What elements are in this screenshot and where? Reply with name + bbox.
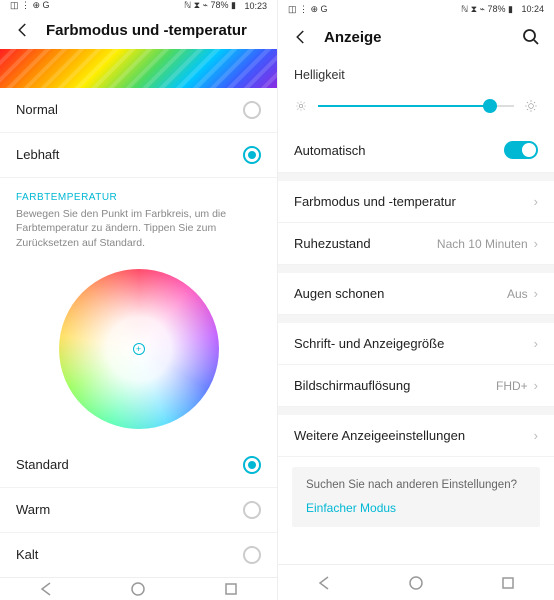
preset-standard-row[interactable]: Standard xyxy=(0,443,277,488)
item-value: FHD+ xyxy=(496,379,528,393)
mode-label: Lebhaft xyxy=(16,147,243,162)
back-icon[interactable] xyxy=(14,21,32,39)
preset-label: Standard xyxy=(16,457,243,472)
color-wheel-pointer[interactable] xyxy=(133,343,145,355)
nav-home-icon[interactable] xyxy=(130,581,146,597)
item-label: Augen schonen xyxy=(294,286,507,301)
brightness-row xyxy=(278,88,554,128)
radio-icon xyxy=(243,146,261,164)
item-colormode-row[interactable]: Farbmodus und -temperatur › xyxy=(278,181,554,223)
slider-fill xyxy=(318,105,490,107)
mode-lebhaft-row[interactable]: Lebhaft xyxy=(0,133,277,178)
nav-back-icon[interactable] xyxy=(38,581,54,597)
screen-anzeige: ◫ ⋮ ⊕ G ℕ ⧗ ⌁ 78% ▮ 10:24 Anzeige Hellig… xyxy=(277,0,554,600)
search-icon[interactable] xyxy=(522,28,540,46)
nav-bar xyxy=(278,564,554,600)
item-sleep-row[interactable]: Ruhezustand Nach 10 Minuten › xyxy=(278,223,554,265)
color-wheel[interactable] xyxy=(59,269,219,429)
suggestion-card: Suchen Sie nach anderen Einstellungen? E… xyxy=(292,467,540,527)
chevron-right-icon: › xyxy=(534,428,538,443)
mode-normal-row[interactable]: Normal xyxy=(0,88,277,133)
chevron-right-icon: › xyxy=(534,236,538,251)
card-link-simple-mode[interactable]: Einfacher Modus xyxy=(306,501,526,515)
divider xyxy=(278,265,554,273)
temperature-description: Bewegen Sie den Punkt im Farbkreis, um d… xyxy=(0,207,277,261)
temperature-header: FARBTEMPERATUR xyxy=(0,178,277,207)
status-time: 10:23 xyxy=(244,1,267,11)
slider-thumb[interactable] xyxy=(483,99,497,113)
mode-label: Normal xyxy=(16,102,243,117)
topbar: Anzeige xyxy=(278,18,554,56)
page-title: Farbmodus und -temperatur xyxy=(46,22,247,39)
sun-large-icon xyxy=(524,99,538,113)
item-value: Aus xyxy=(507,287,528,301)
item-resolution-row[interactable]: Bildschirmauflösung FHD+ › xyxy=(278,365,554,407)
status-bar: ◫ ⋮ ⊕ G ℕ ⧗ ⌁ 78% ▮ 10:23 xyxy=(0,0,277,11)
divider xyxy=(278,315,554,323)
nav-bar xyxy=(0,577,277,600)
item-eyecomfort-row[interactable]: Augen schonen Aus › xyxy=(278,273,554,315)
brightness-label: Helligkeit xyxy=(278,56,554,88)
radio-icon xyxy=(243,456,261,474)
chevron-right-icon: › xyxy=(534,336,538,351)
color-wheel-wrap xyxy=(0,261,277,443)
auto-brightness-row[interactable]: Automatisch xyxy=(278,128,554,173)
nav-recent-icon[interactable] xyxy=(500,575,516,591)
status-left-icons: ◫ ⋮ ⊕ G xyxy=(288,4,328,15)
chevron-right-icon: › xyxy=(534,286,538,301)
toggle-switch[interactable] xyxy=(504,141,538,159)
brightness-slider[interactable] xyxy=(318,94,514,118)
chevron-right-icon: › xyxy=(534,194,538,209)
sun-small-icon xyxy=(294,99,308,113)
status-bar: ◫ ⋮ ⊕ G ℕ ⧗ ⌁ 78% ▮ 10:24 xyxy=(278,0,554,18)
nav-back-icon[interactable] xyxy=(316,575,332,591)
preset-kalt-row[interactable]: Kalt xyxy=(0,533,277,577)
item-label: Schrift- und Anzeigegröße xyxy=(294,336,534,351)
item-fontsize-row[interactable]: Schrift- und Anzeigegröße › xyxy=(278,323,554,365)
divider xyxy=(278,407,554,415)
preset-warm-row[interactable]: Warm xyxy=(0,488,277,533)
nav-recent-icon[interactable] xyxy=(223,581,239,597)
chevron-right-icon: › xyxy=(534,378,538,393)
topbar: Farbmodus und -temperatur xyxy=(0,11,277,49)
radio-icon xyxy=(243,101,261,119)
back-icon[interactable] xyxy=(292,28,310,46)
status-time: 10:24 xyxy=(521,4,544,14)
preset-label: Warm xyxy=(16,502,243,517)
radio-icon xyxy=(243,546,261,564)
status-left-icons: ◫ ⋮ ⊕ G xyxy=(10,0,50,11)
item-moresettings-row[interactable]: Weitere Anzeigeeinstellungen › xyxy=(278,415,554,457)
auto-label: Automatisch xyxy=(294,143,504,158)
status-right-icons: ℕ ⧗ ⌁ 78% ▮ xyxy=(184,0,236,11)
item-value: Nach 10 Minuten xyxy=(437,237,528,251)
preset-label: Kalt xyxy=(16,547,243,562)
item-label: Weitere Anzeigeeinstellungen xyxy=(294,428,534,443)
card-question: Suchen Sie nach anderen Einstellungen? xyxy=(306,479,526,491)
nav-home-icon[interactable] xyxy=(408,575,424,591)
rainbow-preview xyxy=(0,49,277,87)
screen-color-mode: ◫ ⋮ ⊕ G ℕ ⧗ ⌁ 78% ▮ 10:23 Farbmodus und … xyxy=(0,0,277,600)
status-right-icons: ℕ ⧗ ⌁ 78% ▮ xyxy=(461,4,513,15)
page-title: Anzeige xyxy=(324,29,382,46)
divider xyxy=(278,173,554,181)
item-label: Bildschirmauflösung xyxy=(294,378,496,393)
radio-icon xyxy=(243,501,261,519)
item-label: Farbmodus und -temperatur xyxy=(294,194,534,209)
item-label: Ruhezustand xyxy=(294,236,437,251)
